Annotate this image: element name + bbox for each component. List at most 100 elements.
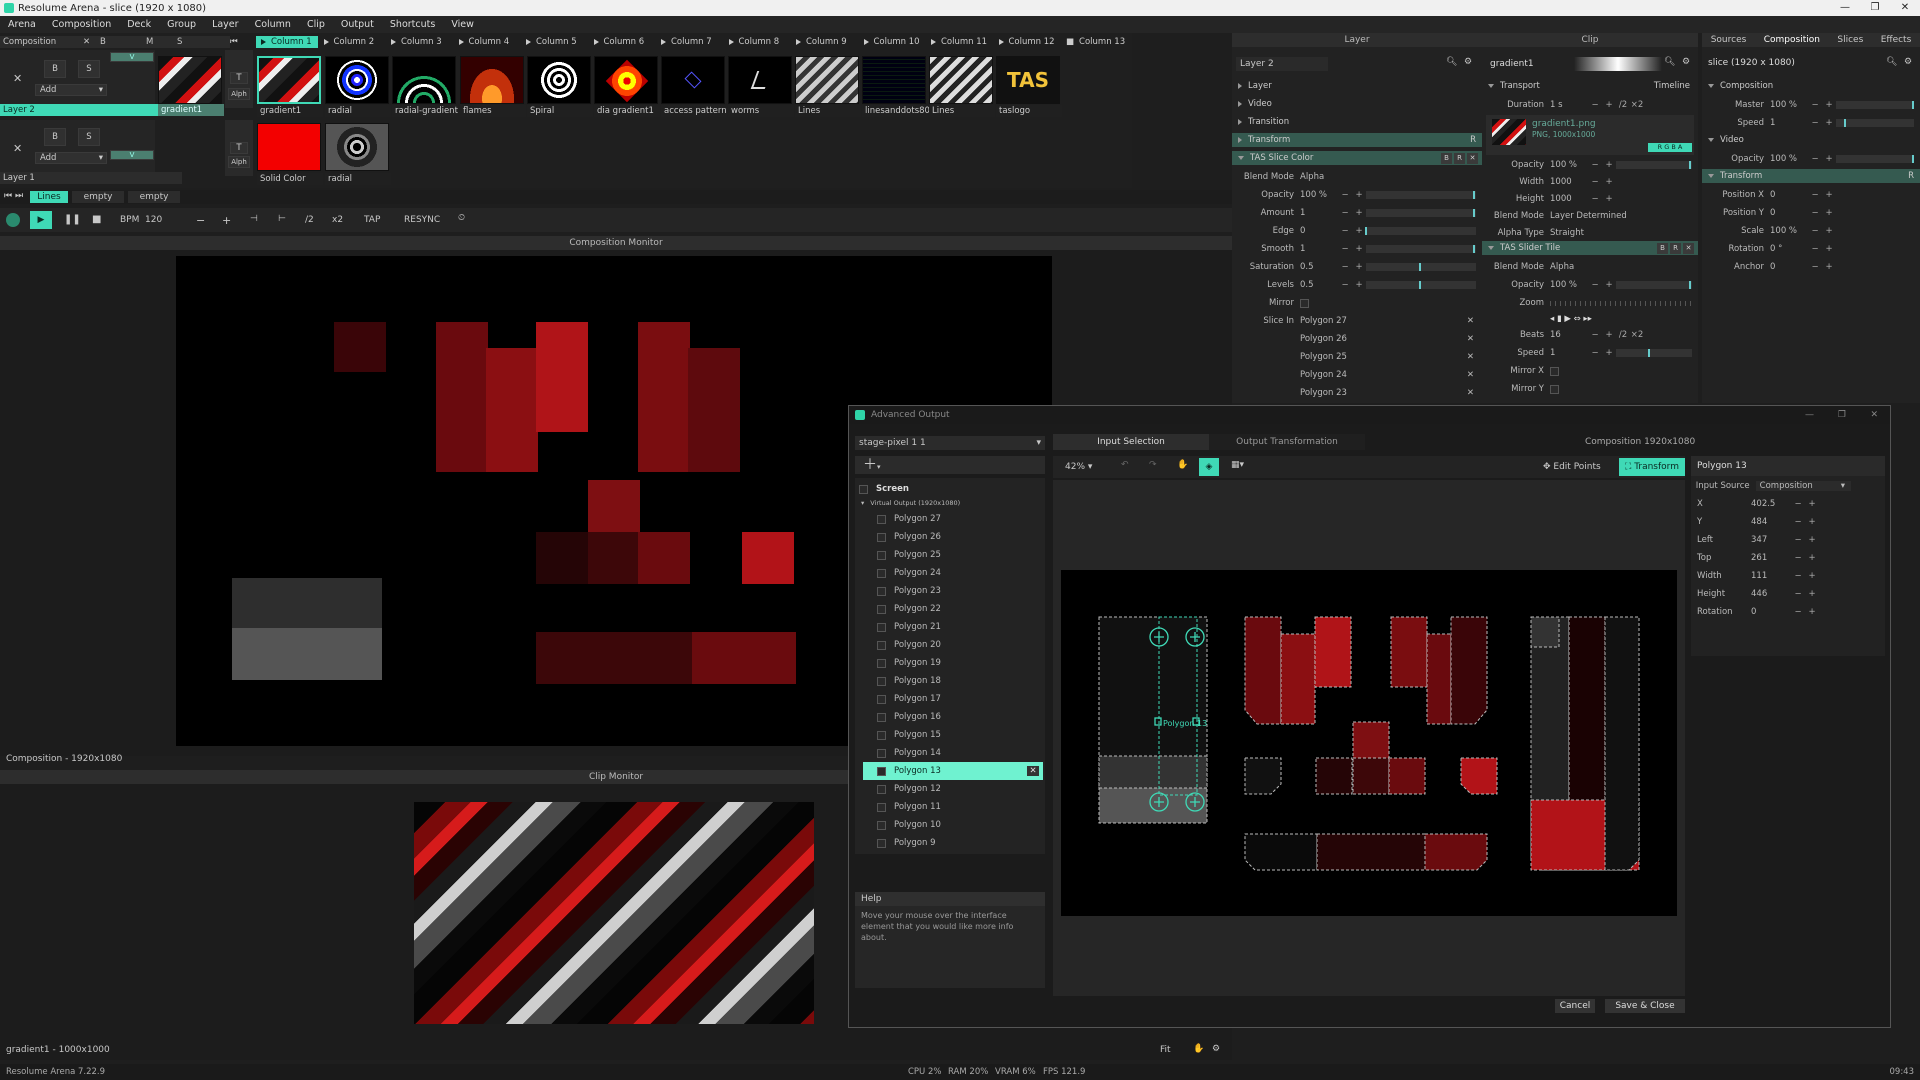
slider-thumb[interactable]: [1689, 281, 1692, 289]
polygon-list-item[interactable]: Polygon 16: [863, 708, 1043, 726]
clip-name-field[interactable]: gradient1: [1486, 57, 1662, 71]
plus-button[interactable]: +: [1822, 262, 1836, 272]
duration-value[interactable]: 1 s: [1550, 100, 1588, 110]
slider-thumb[interactable]: [1843, 119, 1846, 127]
column-header[interactable]: Column 2: [323, 36, 386, 48]
param-value[interactable]: Alpha: [1550, 262, 1588, 272]
plus-button[interactable]: +: [1805, 517, 1819, 527]
play-column-icon[interactable]: [458, 39, 464, 45]
pause-icon[interactable]: ❚❚: [64, 214, 81, 225]
param-value[interactable]: 111: [1751, 571, 1791, 581]
remove-slice-icon[interactable]: ✕: [1467, 352, 1474, 362]
bpm-minus-button[interactable]: −: [196, 214, 205, 227]
select-tool-icon[interactable]: ◈: [1199, 458, 1219, 476]
plus-button[interactable]: +: [1352, 244, 1366, 254]
param-slider[interactable]: [1366, 245, 1476, 253]
reset-r-button[interactable]: R: [1670, 242, 1681, 254]
column-header[interactable]: Column 4: [458, 36, 521, 48]
composition-m-button[interactable]: M: [146, 36, 153, 48]
polygon-list-item[interactable]: Polygon 19: [863, 654, 1043, 672]
edit-points-button[interactable]: ✥ Edit Points: [1543, 462, 1601, 472]
double-button[interactable]: ×2: [1630, 330, 1644, 340]
layer-name-field[interactable]: Layer 2: [1236, 57, 1328, 71]
half-button[interactable]: /2: [1616, 100, 1630, 110]
param-value[interactable]: 100 %: [1770, 226, 1808, 236]
param-slider[interactable]: [1366, 281, 1476, 289]
polygon-list-item[interactable]: Polygon 8: [863, 852, 1043, 854]
minus-button[interactable]: −: [1338, 262, 1352, 272]
playback-direction-buttons[interactable]: ◂ ▮ ▶ ⇔ ▸▸: [1550, 314, 1592, 324]
section-transform[interactable]: Transform R: [1232, 133, 1482, 147]
plus-button[interactable]: +: [1822, 244, 1836, 254]
play-column-icon[interactable]: [391, 39, 396, 45]
bpm-double-button[interactable]: x2: [332, 215, 343, 225]
metronome-icon[interactable]: ⏲: [458, 213, 465, 223]
param-slider[interactable]: [1616, 281, 1692, 289]
play-column-icon[interactable]: [796, 39, 801, 45]
mirror-checkbox[interactable]: [1300, 298, 1309, 308]
hand-icon[interactable]: ✋: [1193, 1044, 1204, 1054]
screen-checkbox[interactable]: [859, 484, 868, 494]
zoom-slider[interactable]: [1550, 300, 1692, 306]
minus-button[interactable]: −: [1791, 517, 1805, 527]
minus-button[interactable]: −: [1338, 244, 1352, 254]
param-slider[interactable]: [1366, 263, 1476, 271]
plus-button[interactable]: +: [1805, 553, 1819, 563]
minus-button[interactable]: −: [1588, 280, 1602, 290]
param-value[interactable]: 0: [1751, 607, 1791, 617]
polygon-list-item[interactable]: Polygon 14: [863, 744, 1043, 762]
polygon-list-item[interactable]: Polygon 24: [863, 564, 1043, 582]
speed-value[interactable]: 1: [1550, 348, 1588, 358]
deck-tab-empty-1[interactable]: empty: [72, 191, 124, 203]
maximize-icon[interactable]: ❐: [1860, 0, 1890, 16]
minus-button[interactable]: −: [1791, 535, 1805, 545]
layer2-t-button[interactable]: T: [230, 72, 248, 84]
input-source-dropdown[interactable]: Composition: [1755, 481, 1851, 491]
polygon-checkbox[interactable]: [877, 820, 886, 830]
plus-button[interactable]: +: [1602, 348, 1616, 358]
layer1-b-button[interactable]: B: [44, 128, 66, 146]
play-column-icon[interactable]: [323, 39, 329, 45]
polygon-checkbox[interactable]: [877, 712, 886, 722]
gear-icon[interactable]: ⚙: [1682, 57, 1690, 67]
plus-button[interactable]: +: [1805, 499, 1819, 509]
minus-button[interactable]: −: [1791, 607, 1805, 617]
polygon-list-item[interactable]: Polygon 12: [863, 780, 1043, 798]
layer1-add-dropdown[interactable]: Add ▾: [35, 152, 107, 164]
clip-thumb-access-pattern[interactable]: [661, 56, 725, 104]
slider-thumb[interactable]: [1472, 209, 1475, 217]
nudge-forward-icon[interactable]: ⊢: [278, 214, 286, 224]
polygon-list-item[interactable]: Polygon 13 ✕: [863, 762, 1043, 780]
plus-button[interactable]: +: [1822, 100, 1836, 110]
slider-thumb[interactable]: [1912, 101, 1914, 109]
param-value[interactable]: 0.5: [1300, 280, 1338, 290]
layer2-s-button[interactable]: S: [78, 60, 100, 78]
play-column-icon[interactable]: [593, 39, 599, 45]
menu-group[interactable]: Group: [159, 19, 204, 30]
minus-button[interactable]: −: [1808, 226, 1822, 236]
minus-button[interactable]: −: [1588, 194, 1602, 204]
plus-button[interactable]: +: [1602, 330, 1616, 340]
slider-thumb[interactable]: [1419, 281, 1421, 289]
tab-output-transformation[interactable]: Output Transformation: [1209, 434, 1365, 450]
bpm-half-button[interactable]: /2: [305, 215, 314, 225]
column-header[interactable]: Column 1: [256, 36, 318, 48]
param-value[interactable]: 0: [1300, 226, 1338, 236]
menu-view[interactable]: View: [443, 19, 482, 30]
clip-thumb-gradient1[interactable]: [257, 56, 321, 104]
clip-thumb-radial-gradient[interactable]: [392, 56, 456, 104]
speed-slider[interactable]: [1836, 119, 1914, 127]
clip-thumb-linesanddots800[interactable]: [862, 56, 926, 104]
column-header[interactable]: Column 7: [661, 36, 723, 48]
composition-close-icon[interactable]: ✕: [83, 36, 90, 48]
clock-icon[interactable]: [6, 213, 20, 227]
resync-button[interactable]: RESYNC: [404, 215, 440, 225]
column-header[interactable]: Column 3: [391, 36, 453, 48]
maximize-icon[interactable]: ❐: [1838, 406, 1846, 424]
minus-button[interactable]: −: [1791, 553, 1805, 563]
speed-value[interactable]: 1: [1770, 118, 1808, 128]
clip-thumb-radial-l1[interactable]: [325, 123, 389, 171]
plus-button[interactable]: +: [1822, 208, 1836, 218]
polygon-checkbox[interactable]: [877, 676, 886, 686]
section-video[interactable]: Video: [1232, 97, 1482, 111]
